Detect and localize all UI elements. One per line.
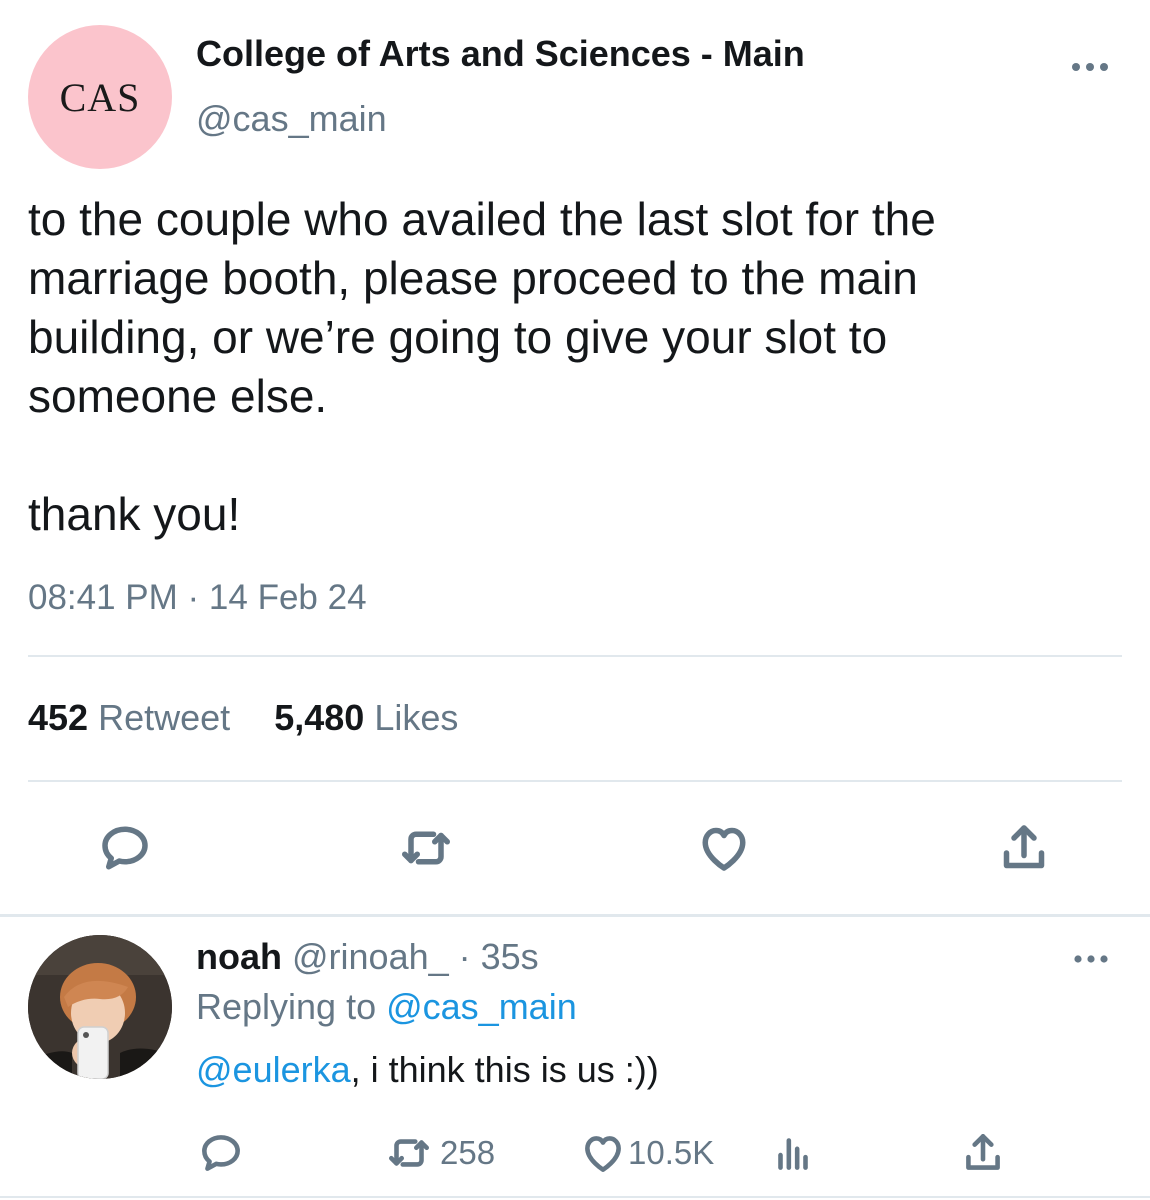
analytics-icon (778, 1138, 808, 1170)
reply-text: @eulerka, i think this is us :)) (196, 1049, 659, 1091)
analytics-button[interactable] (768, 1128, 818, 1178)
reply-icon[interactable] (95, 818, 155, 878)
like-label: Likes (374, 697, 459, 738)
reply-header: noah @rinoah_ · 35s (196, 936, 539, 978)
retweet-icon (389, 1139, 429, 1167)
like-stat[interactable]: 5,480 Likes (274, 697, 458, 738)
tweet-text: to the couple who availed the last slot … (28, 193, 936, 540)
reply-body: , i think this is us :)) (350, 1049, 659, 1090)
more-options-icon[interactable] (1068, 52, 1112, 82)
section-divider (0, 914, 1150, 917)
reply-retweet-count: 258 (440, 1134, 496, 1171)
divider (28, 780, 1122, 782)
replying-to-handle[interactable]: @cas_main (386, 986, 577, 1027)
retweet-stat[interactable]: 452 Retweet (28, 697, 240, 738)
retweet-button[interactable]: 258 (384, 1128, 495, 1178)
avatar-label: CAS (59, 74, 141, 120)
avatar[interactable]: CAS (28, 25, 172, 169)
replying-to-prefix: Replying to (196, 986, 387, 1027)
reply-author-name[interactable]: noah (196, 936, 282, 977)
retweet-icon[interactable] (396, 818, 456, 878)
divider (0, 1196, 1150, 1198)
mention-link[interactable]: @eulerka (196, 1049, 351, 1090)
profile-photo (28, 935, 172, 1079)
retweet-count: 452 (28, 697, 89, 738)
reply-icon (202, 1135, 240, 1171)
replying-to: Replying to @cas_main (196, 986, 577, 1028)
more-options-icon[interactable] (1070, 945, 1112, 973)
share-button[interactable] (958, 1128, 1008, 1178)
tweet-timestamp[interactable]: 08:41 PM · 14 Feb 24 (28, 578, 367, 618)
share-icon (966, 1134, 1000, 1170)
like-count: 5,480 (274, 697, 365, 738)
reply-like-count: 10.5K (628, 1134, 715, 1171)
reply-author-handle-time[interactable]: @rinoah_ · 35s (282, 936, 539, 977)
reply-avatar[interactable] (28, 935, 172, 1079)
engagement-stats: 452 Retweet 5,480 Likes (28, 697, 458, 739)
retweet-label: Retweet (98, 697, 231, 738)
like-icon (585, 1136, 621, 1172)
like-icon[interactable] (694, 818, 754, 878)
author-display-name[interactable]: College of Arts and Sciences - Main (196, 33, 805, 75)
share-icon[interactable] (994, 818, 1054, 878)
like-button[interactable]: 10.5K (578, 1128, 714, 1178)
divider (28, 655, 1122, 657)
author-handle[interactable]: @cas_main (196, 98, 387, 140)
reply-button[interactable] (196, 1128, 246, 1178)
